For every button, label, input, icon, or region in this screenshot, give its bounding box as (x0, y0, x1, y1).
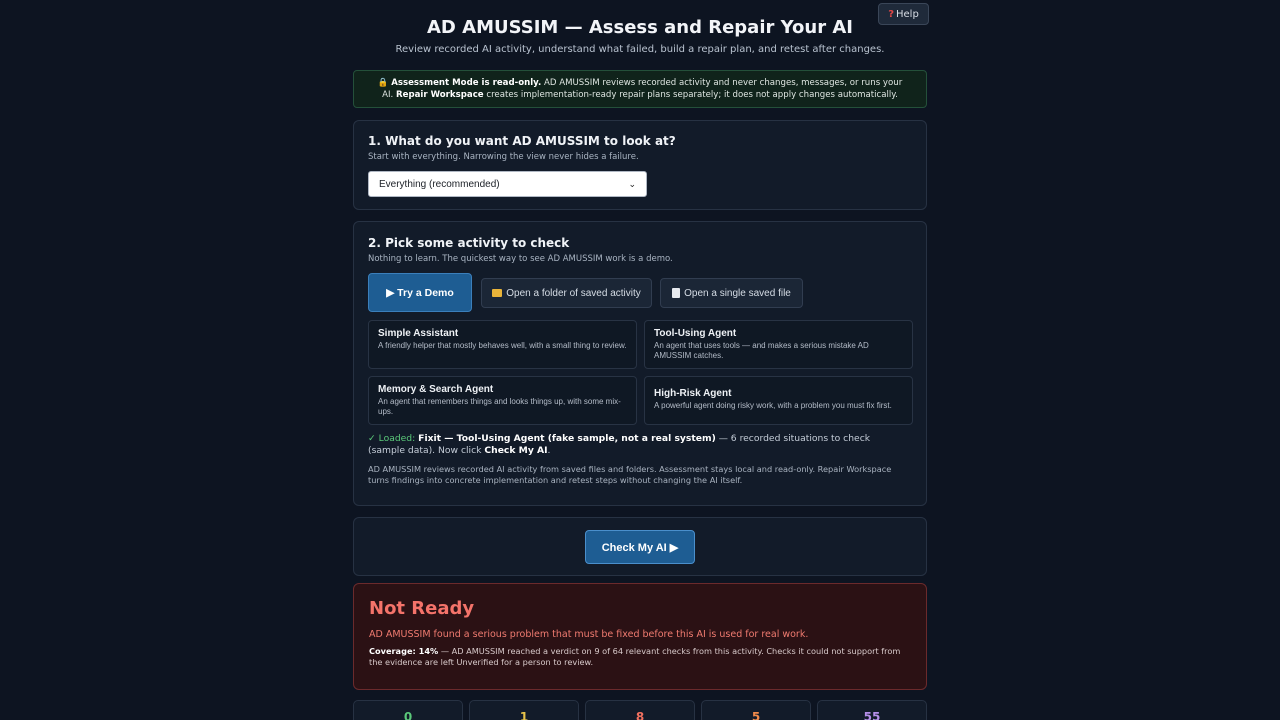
stat-card: 0 (353, 700, 463, 720)
step1-card: 1. What do you want AD AMUSSIM to look a… (353, 120, 927, 210)
stat-value: 0 (403, 710, 413, 720)
demo-high-risk-agent[interactable]: High-Risk Agent A powerful agent doing r… (644, 376, 913, 425)
step1-hint: Start with everything. Narrowing the vie… (368, 152, 639, 162)
demo-title: Simple Assistant (378, 328, 459, 339)
coverage-body: — AD AMUSSIM reached a verdict on 9 of 6… (369, 646, 901, 667)
demo-tool-using-agent[interactable]: Tool-Using Agent An agent that uses tool… (644, 320, 913, 369)
check-my-ai-button[interactable]: Check My AI ▶ (585, 530, 695, 564)
assessment-description: AD AMUSSIM reviews recorded AI activity … (368, 464, 892, 485)
demo-desc: An agent that uses tools — and makes a s… (654, 341, 869, 360)
demo-simple-assistant[interactable]: Simple Assistant A friendly helper that … (368, 320, 637, 369)
check-card: Check My AI ▶ (353, 517, 927, 576)
stat-value: 1 (519, 710, 529, 720)
scope-select[interactable]: Everything (recommended) ⌄ (368, 171, 647, 197)
try-demo-button[interactable]: ▶ Try a Demo (368, 273, 472, 312)
loaded-name: Fixit — Tool-Using Agent (fake sample, n… (418, 433, 716, 444)
loaded-action: Check My AI (484, 445, 548, 456)
open-file-button[interactable]: Open a single saved file (660, 278, 803, 308)
notice-lead: Assessment Mode is read-only. (391, 78, 542, 88)
read-only-notice: 🔒 Assessment Mode is read-only. AD AMUSS… (353, 70, 927, 108)
page-title: AD AMUSSIM — Assess and Repair Your AI (427, 17, 853, 38)
scope-select-value: Everything (recommended) (379, 178, 500, 190)
stat-value: 5 (751, 710, 761, 720)
demo-desc: An agent that remembers things and looks… (378, 397, 621, 416)
step2-title: 2. Pick some activity to check (368, 236, 570, 250)
demo-title: Memory & Search Agent (378, 384, 494, 395)
coverage-label: Coverage: 14% (369, 646, 439, 656)
step1-title: 1. What do you want AD AMUSSIM to look a… (368, 134, 676, 148)
stat-value: 8 (635, 710, 645, 720)
page-subtitle: Review recorded AI activity, understand … (395, 44, 885, 55)
demo-desc: A friendly helper that mostly behaves we… (378, 341, 627, 350)
verdict-panel: Not Ready AD AMUSSIM found a serious pro… (353, 583, 927, 690)
open-folder-label: Open a folder of saved activity (506, 287, 641, 299)
demo-title: High-Risk Agent (654, 388, 732, 399)
step2-card: 2. Pick some activity to check Nothing t… (353, 221, 927, 506)
stat-card: 8 (585, 700, 695, 720)
loaded-prefix: ✓ Loaded: (368, 433, 416, 444)
loaded-status: ✓ Loaded: Fixit — Tool-Using Agent (fake… (368, 433, 908, 457)
verdict-title: Not Ready (369, 598, 475, 619)
lock-icon: 🔒 (377, 78, 389, 88)
coverage-text: Coverage: 14% — AD AMUSSIM reached a ver… (369, 646, 909, 668)
loaded-end: . (547, 445, 551, 456)
verdict-summary: AD AMUSSIM found a serious problem that … (369, 629, 809, 640)
stat-value: 55 (863, 710, 881, 720)
stat-card: 1 (469, 700, 579, 720)
step2-hint: Nothing to learn. The quickest way to se… (368, 254, 673, 264)
notice-body-2: creates implementation-ready repair plan… (483, 90, 898, 100)
folder-icon (492, 289, 503, 297)
demo-memory-search-agent[interactable]: Memory & Search Agent An agent that reme… (368, 376, 637, 425)
chevron-down-icon: ⌄ (628, 178, 636, 189)
demo-title: Tool-Using Agent (654, 328, 737, 339)
demo-desc: A powerful agent doing risky work, with … (654, 401, 892, 410)
notice-repair: Repair Workspace (396, 90, 484, 100)
open-file-label: Open a single saved file (684, 287, 791, 299)
open-folder-button[interactable]: Open a folder of saved activity (481, 278, 652, 308)
stat-card: 55 (817, 700, 927, 720)
stat-card: 5 (701, 700, 811, 720)
file-icon (672, 288, 681, 298)
